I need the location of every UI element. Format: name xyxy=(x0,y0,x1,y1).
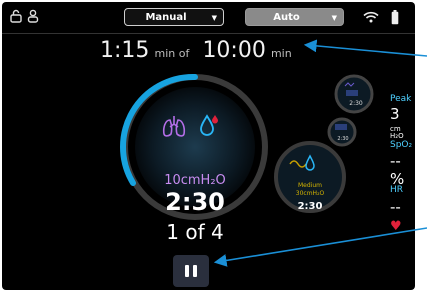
callout-arrow-timer xyxy=(303,39,427,57)
callout-arrow-pause xyxy=(213,227,427,267)
callout-overlay xyxy=(213,39,427,267)
